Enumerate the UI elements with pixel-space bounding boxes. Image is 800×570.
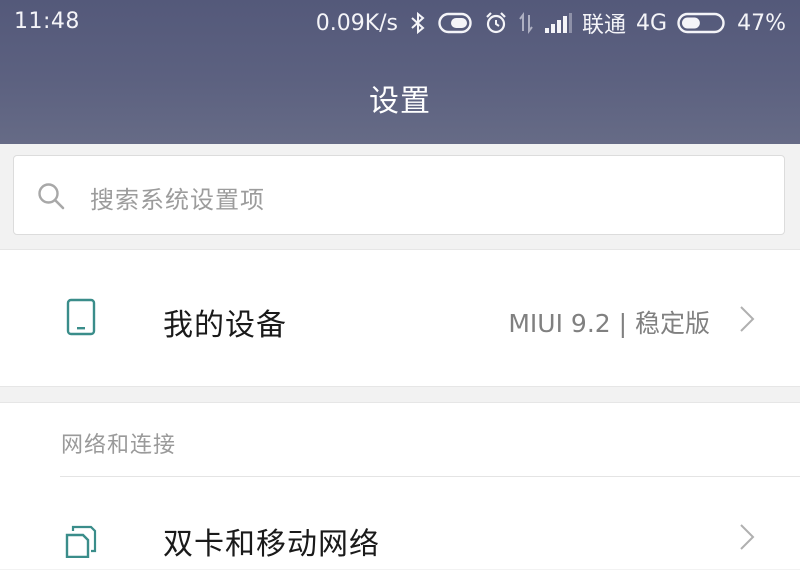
search-icon <box>36 181 66 215</box>
my-device-title: 我的设备 <box>163 308 287 343</box>
status-indicators: 0.09K/s 联通 4G 47% <box>315 9 786 39</box>
status-bar: 11:48 0.09K/s 联通 4G 47% <box>0 0 800 46</box>
signal-icon <box>544 12 573 34</box>
miui-version: MIUI 9.2 | 稳定版 <box>508 309 710 338</box>
chevron-right-icon <box>738 523 756 555</box>
section-label-network: 网络和连接 <box>61 433 177 458</box>
battery-percent: 47% <box>737 10 786 36</box>
dual-sim-item[interactable]: 双卡和移动网络 <box>0 477 800 570</box>
network-type: 4G <box>636 10 668 36</box>
bluetooth-icon <box>408 11 428 35</box>
battery-icon <box>677 12 727 34</box>
dual-sim-title: 双卡和移动网络 <box>163 527 380 562</box>
page-title: 设置 <box>369 84 431 119</box>
search-input[interactable]: 搜索系统设置项 <box>13 155 785 235</box>
status-time: 11:48 <box>14 9 80 34</box>
network-section: 网络和连接 双卡和移动网络 <box>0 402 800 569</box>
data-arrows-icon <box>518 11 534 35</box>
my-device-item[interactable]: 我的设备 MIUI 9.2 | 稳定版 <box>0 249 800 387</box>
app-header: 11:48 0.09K/s 联通 4G 47% 设置 <box>0 0 800 144</box>
network-speed: 0.09K/s <box>315 10 399 36</box>
carrier-name: 联通 <box>582 13 627 38</box>
alarm-icon <box>484 11 508 35</box>
chevron-right-icon <box>738 305 756 337</box>
phone-icon <box>64 298 98 340</box>
search-placeholder: 搜索系统设置项 <box>90 186 265 214</box>
dual-sim-icon <box>64 524 98 562</box>
toggle-icon <box>438 12 474 34</box>
